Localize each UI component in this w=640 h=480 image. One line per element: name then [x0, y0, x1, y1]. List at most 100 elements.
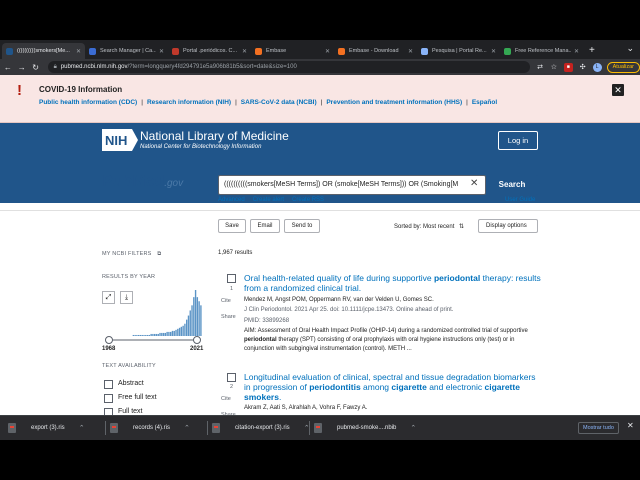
back-icon[interactable]: ←: [2, 63, 14, 72]
new-tab-button[interactable]: +: [589, 43, 595, 59]
create-alert-link[interactable]: Create alert: [253, 197, 284, 203]
year-range-start-handle[interactable]: [105, 336, 113, 344]
download-filename: export (3).ris: [31, 425, 65, 431]
filter-checkbox[interactable]: [104, 394, 113, 403]
login-button[interactable]: Log in: [498, 131, 538, 150]
tab-title: Embase - Download: [349, 48, 399, 54]
filter-label[interactable]: Abstract: [118, 380, 144, 387]
update-button[interactable]: Atualizar: [606, 61, 640, 73]
chevron-up-icon[interactable]: ⌃: [410, 424, 416, 432]
window-controls[interactable]: ⌄: [626, 43, 634, 54]
tab-close-icon[interactable]: ✕: [242, 48, 247, 55]
browser-tab[interactable]: Embase ✕: [251, 43, 334, 59]
link-separator: |: [141, 99, 143, 106]
browser-tab[interactable]: Search Manager | Ca... ✕: [85, 43, 168, 59]
tab-close-icon[interactable]: ✕: [408, 48, 413, 55]
download-item[interactable]: pubmed-smoke....nbib ⌃: [314, 420, 416, 436]
covid-link[interactable]: Prevention and treatment information (HH…: [326, 99, 462, 106]
bookmark-star-icon[interactable]: ☆: [550, 63, 558, 71]
search-input[interactable]: ((((((((((smokers[MeSH Terms]) OR (smoke…: [218, 175, 486, 195]
year-start-label: 1968: [102, 346, 116, 352]
histogram-bar: [154, 333, 156, 336]
my-ncbi-filters-heading[interactable]: MY NCBI FILTERS ⧉: [102, 251, 161, 258]
result-title-link[interactable]: Oral health-related quality of life duri…: [244, 273, 544, 293]
tab-strip: ((((((((((smokers[Me... ✕ Search Manager |…: [0, 40, 640, 59]
tab-close-icon[interactable]: ✕: [76, 48, 81, 55]
download-item[interactable]: export (3).ris ⌃: [8, 420, 85, 436]
nih-logo[interactable]: NIH: [102, 129, 138, 151]
clear-icon[interactable]: ✕: [470, 178, 478, 189]
download-item[interactable]: citation-export (3).ris ⌃: [212, 420, 310, 436]
show-all-downloads-button[interactable]: Mostrar tudo: [578, 422, 619, 434]
covid-link[interactable]: SARS-CoV-2 data (NCBI): [241, 99, 317, 106]
result-title-link[interactable]: Longitudinal evaluation of clinical, spe…: [244, 372, 544, 402]
browser-tab[interactable]: Free Reference Mana... ✕: [500, 43, 583, 59]
browser-tab[interactable]: Pesquisa | Portal Re... ✕: [417, 43, 500, 59]
address-bar[interactable]: 🔒︎ pubmed.ncbi.nlm.nih.gov/?term=longque…: [47, 61, 531, 73]
histogram-bar: [148, 334, 151, 336]
results-by-year-histogram[interactable]: [102, 288, 202, 344]
search-button[interactable]: Search: [486, 175, 538, 195]
covid-title: COVID-19 Information: [39, 85, 123, 94]
highlighted-term: periodontitis: [309, 382, 361, 392]
divider: [0, 210, 640, 211]
close-icon[interactable]: ✕: [612, 84, 624, 96]
save-button[interactable]: Save: [218, 219, 246, 233]
download-item[interactable]: records (4).ris ⌃: [110, 420, 190, 436]
browser-tab[interactable]: Portal .periódicos. C... ✕: [168, 43, 251, 59]
user-guide-link[interactable]: User Guide: [505, 197, 535, 203]
result-checkbox[interactable]: [227, 373, 236, 382]
tab-close-icon[interactable]: ✕: [325, 48, 330, 55]
link-separator: |: [466, 99, 468, 106]
translate-icon[interactable]: ⇄: [536, 63, 544, 71]
display-options-button[interactable]: Display options: [478, 219, 538, 233]
browser-tab[interactable]: Embase - Download ✕: [334, 43, 417, 59]
filter-label[interactable]: Free full text: [118, 394, 157, 401]
sort-label: Sorted by: Most recent: [394, 224, 455, 230]
nlm-title[interactable]: National Library of Medicine: [140, 129, 289, 143]
histogram-bar: [164, 332, 167, 336]
results-by-year-heading: RESULTS BY YEAR: [102, 274, 156, 280]
histogram-bar: [168, 331, 170, 336]
forward-icon[interactable]: →: [16, 63, 28, 72]
histogram-bar: [141, 334, 143, 336]
extensions-puzzle-icon[interactable]: ✣: [579, 63, 587, 71]
cite-button[interactable]: Cite: [221, 298, 231, 304]
year-range-end-handle[interactable]: [193, 336, 201, 344]
close-icon[interactable]: ✕: [627, 421, 634, 430]
text-segment: Oral health-related quality of life duri…: [244, 273, 434, 283]
result-authors: Akram Z, Aati S, Alrahlah A, Vohra F, Fa…: [244, 405, 368, 411]
covid-link[interactable]: Public health information (CDC): [39, 99, 137, 106]
covid-link[interactable]: Español: [472, 99, 497, 106]
extension-icon[interactable]: ■: [563, 62, 573, 72]
chevron-up-icon[interactable]: ⌃: [79, 424, 85, 432]
histogram-bar: [170, 331, 172, 336]
histogram-bar: [186, 319, 188, 336]
text-segment: .: [278, 392, 282, 402]
tab-close-icon[interactable]: ✕: [574, 48, 579, 55]
histogram-bar: [136, 334, 138, 336]
filter-label[interactable]: Full text: [118, 408, 143, 415]
tab-close-icon[interactable]: ✕: [491, 48, 496, 55]
file-icon: [314, 423, 322, 433]
pubmed-logo[interactable]: PubMed.gov: [102, 173, 183, 191]
profile-avatar[interactable]: L: [592, 62, 602, 72]
send-to-button[interactable]: Send to: [284, 219, 320, 233]
share-button[interactable]: Share: [221, 314, 236, 320]
tab-title: ((((((((((smokers[Me...: [17, 48, 70, 54]
covid-link[interactable]: Research information (NIH): [147, 99, 231, 106]
url-host: pubmed.ncbi.nlm.nih.gov: [60, 64, 128, 70]
email-button[interactable]: Email: [250, 219, 280, 233]
create-rss-link[interactable]: Create RSS: [292, 197, 324, 203]
result-checkbox[interactable]: [227, 274, 236, 283]
histogram-bar: [194, 290, 197, 336]
cite-button[interactable]: Cite: [221, 396, 231, 402]
sort-selector[interactable]: Sorted by: Most recent ⇅: [394, 223, 464, 230]
chevron-up-icon[interactable]: ⌃: [184, 424, 190, 432]
advanced-search-link[interactable]: Advanced: [218, 197, 245, 203]
filter-checkbox[interactable]: [104, 380, 113, 389]
reload-icon[interactable]: ↻: [30, 63, 42, 72]
browser-tab[interactable]: ((((((((((smokers[Me... ✕: [2, 43, 85, 59]
histogram-bar: [134, 334, 136, 336]
tab-close-icon[interactable]: ✕: [159, 48, 164, 55]
